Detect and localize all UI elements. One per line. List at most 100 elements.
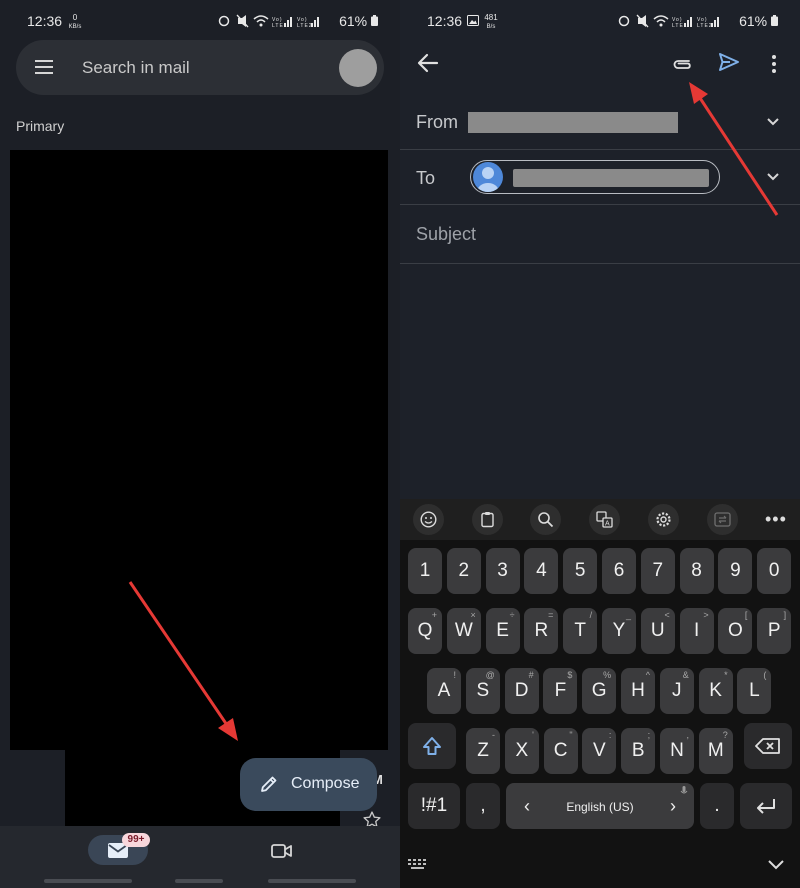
send-icon[interactable] [718,51,740,73]
key-7[interactable]: 7 [640,548,675,594]
mic-icon [680,786,688,794]
hamburger-menu-icon[interactable] [35,60,53,74]
key-d[interactable]: D # [504,668,539,714]
key-z-hint: - [492,730,495,740]
recipient-chip[interactable] [470,160,720,194]
account-avatar[interactable] [339,49,377,87]
key-r-hint: = [548,610,554,620]
key-f[interactable]: F $ [543,668,578,714]
period-key[interactable]: . [700,783,734,829]
key-e[interactable]: E ÷ [485,608,520,654]
toolbar-more-icon[interactable]: ••• [765,509,787,530]
gesture-bar [268,879,356,883]
compose-button[interactable]: Compose [240,758,377,811]
key-6[interactable]: 6 [602,548,636,594]
key-p[interactable]: P] [757,608,792,654]
key-l[interactable]: L( [737,668,772,714]
key-8-label: 8 [691,560,702,581]
enter-key[interactable] [740,783,792,829]
key-b-hint: ; [647,730,651,740]
keyboard-switch-icon[interactable] [407,857,431,871]
key-l-hint: ( [763,670,767,680]
key-8[interactable]: 8 [679,548,714,594]
key-k[interactable]: K * [698,668,733,714]
key-s-hint: @ [485,670,495,680]
translate-button[interactable]: A [589,504,620,535]
key-n[interactable]: N, [660,728,694,774]
key-x-hint: ' [532,730,534,740]
key-m[interactable]: M? [698,728,733,774]
key-q-hint: + [431,610,437,620]
subject-placeholder[interactable]: Subject [416,224,476,245]
more-options-icon[interactable] [768,53,780,75]
key-s[interactable]: S @ [465,668,500,714]
compose-label: Compose [291,775,360,792]
key-h-hint: ^ [645,670,650,680]
keyboard-toolbar: A ••• [400,499,800,540]
key-9-label: 9 [730,560,741,581]
key-w[interactable]: W × [446,608,481,654]
keyboard-search-button[interactable] [530,504,561,535]
back-arrow-icon[interactable] [417,52,439,74]
meet-video-icon[interactable] [271,843,293,859]
spacebar-key[interactable]: ‹ English (US) › [506,783,694,829]
key-n-label: N [670,740,684,761]
key-3[interactable]: 3 [485,548,520,594]
status-time: 12:36 [427,13,463,29]
key-m-hint: ? [722,730,728,740]
translate-icon: A [596,511,613,528]
svg-text:LTE2: LTE2 [297,23,313,28]
clipboard-button[interactable] [472,504,503,535]
key-o[interactable]: O[ [718,608,753,654]
key-j-hint: & [682,670,689,680]
key-0[interactable]: 0 [757,548,792,594]
network-speed-value: 0 [72,13,78,22]
comma-key[interactable]: , [466,783,500,829]
backspace-icon [755,738,780,754]
key-a[interactable]: A! [427,668,461,714]
key-g[interactable]: G% [582,668,617,714]
attachment-icon[interactable] [670,52,694,76]
key-b[interactable]: B; [621,728,656,774]
from-field[interactable]: From [400,92,800,150]
key-h[interactable]: H ^ [621,668,655,714]
mode-switch-button[interactable] [707,504,738,535]
key-y[interactable]: Y _ [602,608,636,654]
symbols-key[interactable]: !#1 [408,783,460,829]
key-z[interactable]: Z- [466,728,500,774]
key-v[interactable]: V: [582,728,617,774]
search-bar[interactable]: Search in mail [16,40,384,95]
key-r[interactable]: R = [524,608,559,654]
hide-keyboard-chevron-icon[interactable] [767,859,785,871]
key-u[interactable]: U < [640,608,675,654]
key-h-label: H [631,680,645,701]
key-q[interactable]: Q + [408,608,442,654]
key-v-hint: : [608,730,612,740]
key-j[interactable]: J & [659,668,694,714]
key-x[interactable]: X ' [504,728,539,774]
key-v-label: V [593,740,606,761]
emoji-button[interactable] [413,504,444,535]
key-9[interactable]: 9 [718,548,753,594]
key-w-hint: × [470,610,476,620]
subject-field[interactable]: Subject [400,205,800,264]
backspace-key[interactable] [744,723,792,769]
search-icon [538,512,554,528]
key-p-hint: ] [783,610,787,620]
key-1[interactable]: 1 [408,548,442,594]
key-a-label: A [437,680,451,701]
chevron-down-icon[interactable] [766,172,780,182]
shift-icon [423,737,441,755]
keyboard-settings-button[interactable] [648,504,679,535]
chevron-down-icon[interactable] [766,117,780,127]
shift-key[interactable] [408,723,456,769]
key-t[interactable]: T / [563,608,598,654]
to-field[interactable]: To [400,150,800,205]
key-w-label: W [454,620,473,641]
key-c[interactable]: C " [543,728,578,774]
key-5[interactable]: 5 [563,548,598,594]
key-4[interactable]: 4 [524,548,559,594]
search-placeholder[interactable]: Search in mail [82,58,190,78]
key-i[interactable]: I > [679,608,714,654]
key-2[interactable]: 2 [446,548,481,594]
